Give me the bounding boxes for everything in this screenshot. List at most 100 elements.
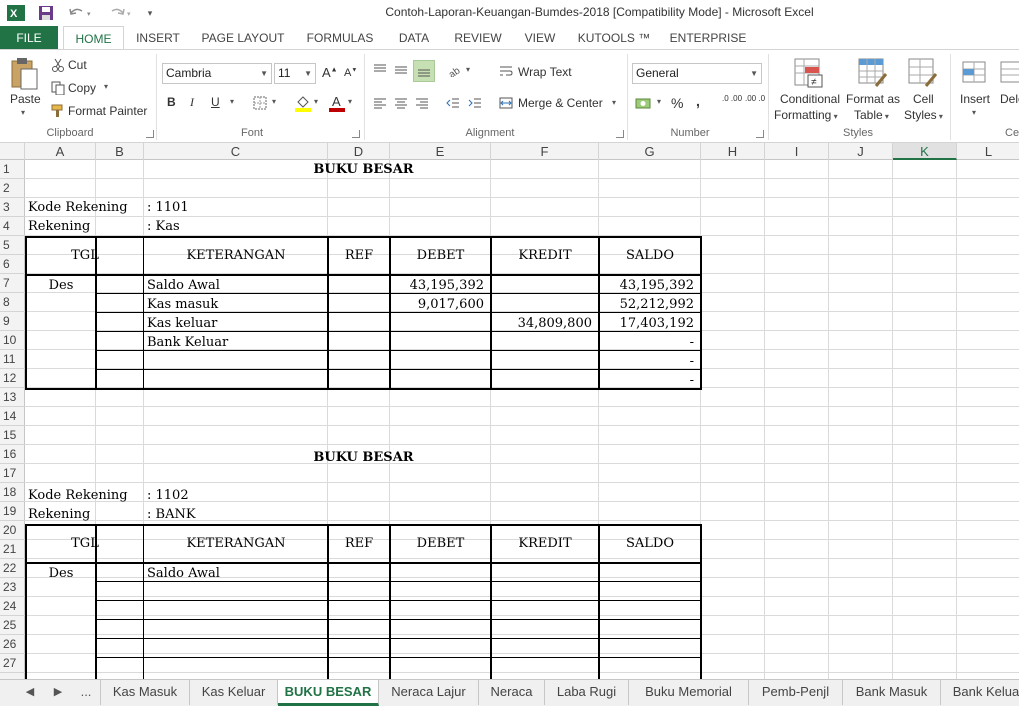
saldo-cell[interactable]: 52,212,992	[602, 295, 694, 314]
sheet-tab-neraca-lajur[interactable]: Neraca Lajur	[379, 680, 479, 705]
tab-home[interactable]: HOME	[63, 26, 124, 50]
italic-button[interactable]: I	[190, 95, 194, 110]
sheet-tab-buku-besar[interactable]: BUKU BESAR	[278, 680, 379, 706]
decrease-indent-icon[interactable]	[444, 95, 462, 111]
sheet-tab-bank-masuk[interactable]: Bank Masuk	[843, 680, 941, 705]
row-header[interactable]: 6	[0, 255, 25, 274]
alignment-launcher-icon[interactable]	[616, 130, 624, 138]
paste-icon[interactable]	[8, 56, 40, 92]
copy-button[interactable]: Copy	[68, 81, 96, 95]
saldo-cell[interactable]: 17,403,192	[602, 314, 694, 333]
copy-icon[interactable]	[50, 80, 66, 96]
delete-button[interactable]: Dele	[1000, 92, 1019, 106]
row-header[interactable]: 20	[0, 521, 25, 540]
fill-color-dropdown-icon[interactable]: ▾	[314, 97, 318, 106]
column-header-l[interactable]: L	[957, 143, 1019, 160]
clipboard-launcher-icon[interactable]	[146, 130, 154, 138]
bold-button[interactable]: B	[167, 95, 176, 109]
tab-kutools[interactable]: KUTOOLS ™	[572, 26, 656, 50]
align-right-icon[interactable]	[413, 95, 431, 111]
align-bottom-icon[interactable]	[413, 60, 435, 82]
ledger-title[interactable]: BUKU BESAR	[25, 448, 702, 467]
tab-enterprise[interactable]: ENTERPRISE	[666, 26, 750, 50]
column-header-d[interactable]: D	[328, 143, 390, 160]
format-painter-button[interactable]: Format Painter	[68, 104, 147, 118]
header-saldo[interactable]: SALDO	[600, 246, 700, 265]
account-code-value[interactable]: : 1101	[147, 198, 189, 217]
row-header[interactable]: 12	[0, 369, 25, 388]
column-header-k[interactable]: K	[893, 143, 957, 160]
comma-button[interactable]: ,	[696, 93, 700, 109]
underline-dropdown-icon[interactable]: ▾	[230, 97, 234, 106]
sheet-tab-buku-memorial[interactable]: Buku Memorial	[629, 680, 749, 705]
insert-button[interactable]: Insert	[960, 92, 990, 106]
number-launcher-icon[interactable]	[756, 130, 764, 138]
format-painter-icon[interactable]	[50, 103, 66, 119]
borders-dropdown-icon[interactable]: ▾	[272, 97, 276, 106]
sheet-tab-neraca[interactable]: Neraca	[479, 680, 545, 705]
cell-styles-label[interactable]: Styles ▾	[904, 108, 943, 122]
saldo-cell[interactable]: -	[602, 371, 694, 390]
ket-cell[interactable]: Bank Keluar	[147, 333, 228, 352]
column-header-i[interactable]: I	[765, 143, 829, 160]
row-header[interactable]: 22	[0, 559, 25, 578]
row-header[interactable]: 17	[0, 464, 25, 483]
paste-button[interactable]: Paste	[10, 92, 41, 106]
header-ref[interactable]: REF	[329, 246, 389, 265]
ket-cell[interactable]: Kas masuk	[147, 295, 218, 314]
number-format-select[interactable]: General ▼	[632, 63, 762, 84]
row-header[interactable]: 19	[0, 502, 25, 521]
row-header[interactable]: 4	[0, 217, 25, 236]
header-keterangan[interactable]: KETERANGAN	[145, 534, 327, 553]
sheet-tab-kas-masuk[interactable]: Kas Masuk	[100, 680, 190, 705]
row-header[interactable]: 24	[0, 597, 25, 616]
account-code-label[interactable]: Kode Rekening	[28, 198, 128, 217]
scroll-tabs-right-icon[interactable]: ▶	[50, 680, 66, 705]
sheet-tab-pemb-penjl[interactable]: Pemb-Penjl	[749, 680, 843, 705]
tab-page-layout[interactable]: PAGE LAYOUT	[196, 26, 290, 50]
tab-formulas[interactable]: FORMULAS	[300, 26, 380, 50]
column-header-b[interactable]: B	[96, 143, 144, 160]
account-name-label[interactable]: Rekening	[28, 505, 90, 524]
shrink-font-button[interactable]: A▼	[344, 67, 357, 79]
debet-cell[interactable]: 43,195,392	[391, 276, 484, 295]
column-header-g[interactable]: G	[599, 143, 701, 160]
font-name-select[interactable]: Cambria ▼	[162, 63, 272, 84]
tab-review[interactable]: REVIEW	[448, 26, 508, 50]
saldo-cell[interactable]: -	[602, 352, 694, 371]
tab-file[interactable]: FILE	[0, 26, 58, 50]
debet-cell[interactable]: 9,017,600	[391, 295, 484, 314]
sheet-tab-bank-keluar[interactable]: Bank Kelua	[941, 680, 1019, 705]
increase-decimal-button[interactable]: .0 .00	[722, 94, 742, 103]
cell-styles-icon[interactable]	[906, 56, 940, 90]
cell-area[interactable]: BUKU BESAR Kode Rekening : 1101 Rekening…	[25, 160, 1019, 679]
tab-insert[interactable]: INSERT	[130, 26, 186, 50]
font-color-dropdown-icon[interactable]: ▾	[348, 97, 352, 106]
worksheet-grid[interactable]: A B C D E F G H I J K L 1 2 3 4 5 6 7 8 9 10 11 12 1…	[0, 143, 1019, 679]
row-header[interactable]: 25	[0, 616, 25, 635]
insert-dropdown-icon[interactable]: ▾	[972, 108, 976, 117]
borders-icon[interactable]	[252, 95, 268, 111]
row-header[interactable]: 14	[0, 407, 25, 426]
sheet-tab-kas-keluar[interactable]: Kas Keluar	[190, 680, 278, 705]
column-header-h[interactable]: H	[701, 143, 765, 160]
column-header-a[interactable]: A	[25, 143, 96, 160]
row-header[interactable]: 7	[0, 274, 25, 293]
currency-icon[interactable]	[634, 94, 654, 112]
row-header[interactable]: 15	[0, 426, 25, 445]
underline-button[interactable]: U	[211, 95, 220, 109]
percent-button[interactable]: %	[671, 95, 683, 111]
increase-indent-icon[interactable]	[466, 95, 484, 111]
header-saldo[interactable]: SALDO	[600, 534, 700, 553]
wrap-text-icon[interactable]	[498, 63, 514, 79]
tab-data[interactable]: DATA	[390, 26, 438, 50]
delete-cells-icon[interactable]	[1000, 56, 1019, 90]
orientation-dropdown-icon[interactable]: ▾	[466, 65, 470, 74]
row-header[interactable]: 16	[0, 445, 25, 464]
conditional-formatting-label[interactable]: Formatting ▾	[774, 108, 838, 122]
fill-color-icon[interactable]	[294, 93, 312, 113]
row-header[interactable]: 10	[0, 331, 25, 350]
font-launcher-icon[interactable]	[352, 130, 360, 138]
account-name-value[interactable]: : Kas	[147, 217, 180, 236]
wrap-text-button[interactable]: Wrap Text	[518, 65, 572, 79]
